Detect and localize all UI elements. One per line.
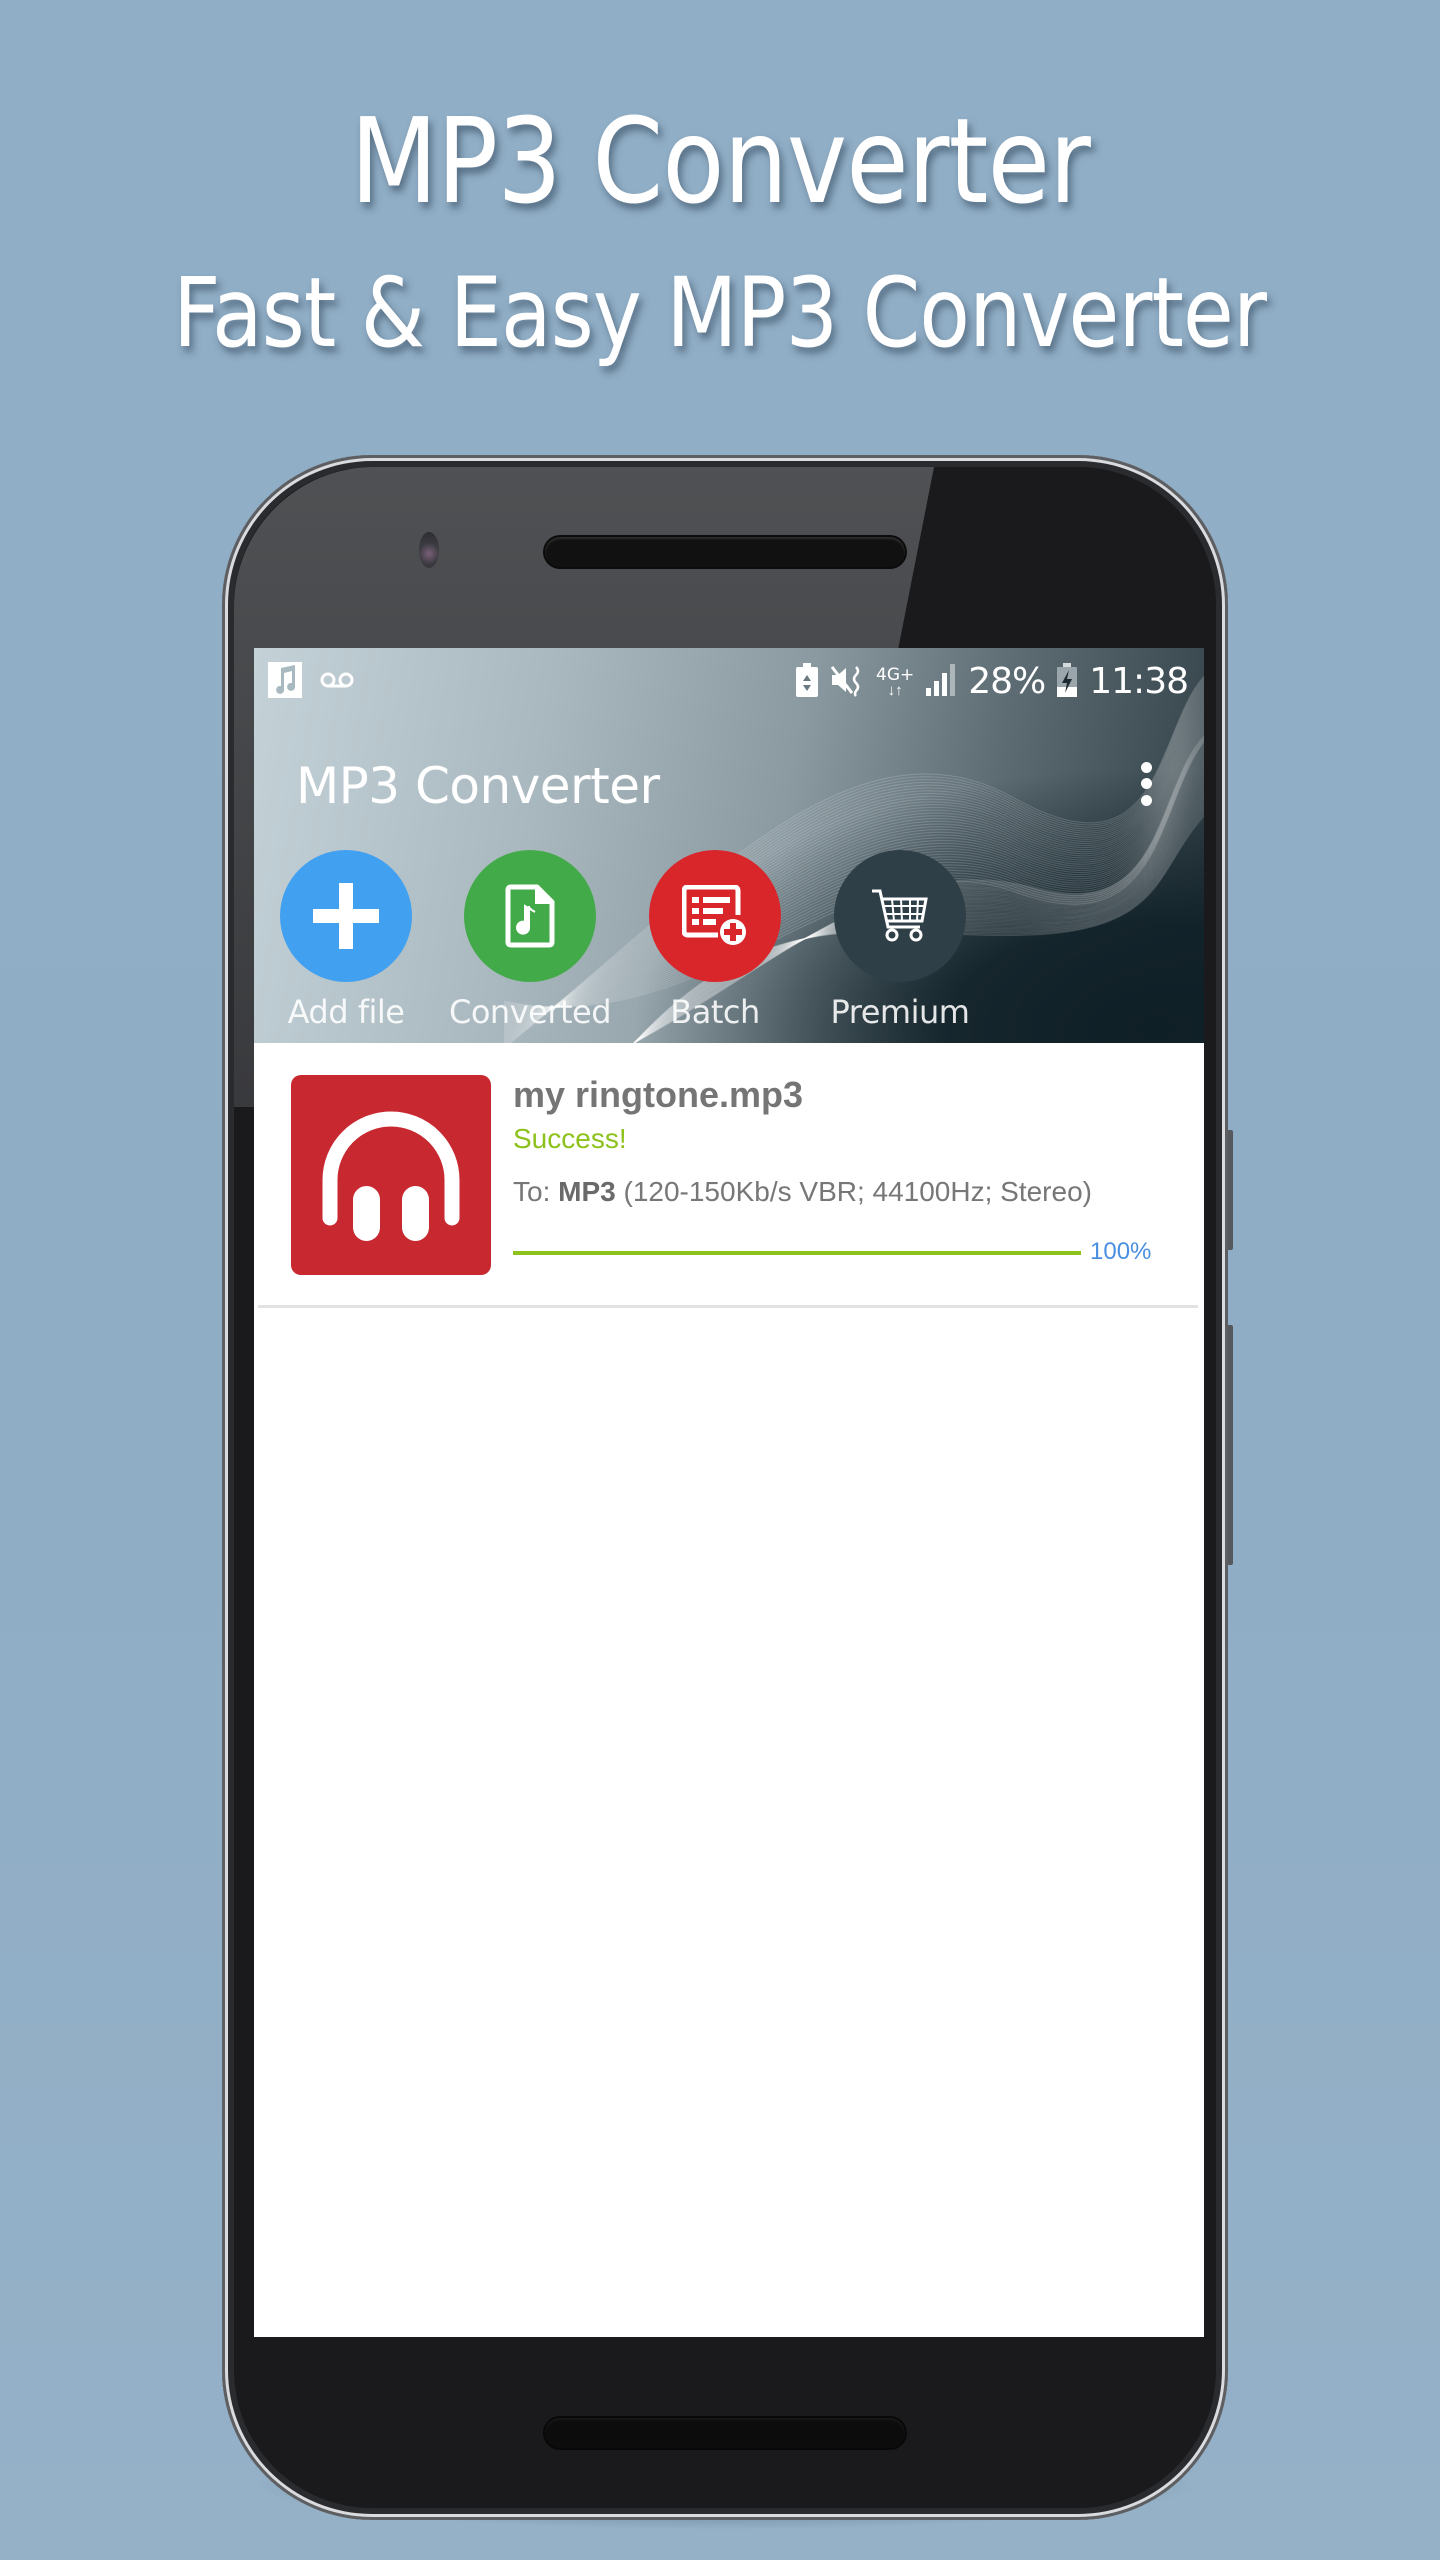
app-title: MP3 Converter (296, 757, 660, 815)
premium-label: Premium (830, 993, 970, 1031)
converted-file-list: my ringtone.mp3 Success! To: MP3 (120-15… (254, 1043, 1204, 1308)
conversion-status: Success! (513, 1123, 627, 1154)
converted-button[interactable]: Converted (440, 850, 620, 1032)
batch-label: Batch (670, 993, 760, 1031)
add-file-button[interactable]: Add file (256, 850, 436, 1032)
file-thumbnail (291, 1075, 491, 1275)
output-format: To: MP3 (120-150Kb/s VBR; 44100Hz; Stere… (513, 1176, 1092, 1207)
format-name: MP3 (558, 1176, 616, 1207)
status-bar: 4G+ ↓↑ 28% 11:38 (254, 648, 1204, 716)
premium-circle (834, 850, 966, 982)
earpiece-speaker (545, 537, 905, 567)
music-file-icon (505, 884, 555, 948)
premium-button[interactable]: Premium (810, 850, 990, 1032)
battery-charging-icon (1057, 662, 1078, 702)
add-file-circle (280, 850, 412, 982)
mute-vibrate-icon (830, 663, 864, 702)
headphones-icon (322, 1111, 460, 1241)
music-notification-icon (268, 662, 302, 703)
file-name: my ringtone.mp3 (513, 1074, 804, 1115)
batch-list-add-icon (682, 885, 746, 945)
progress-bar (513, 1251, 1081, 1255)
promo-subheadline: Fast & Easy MP3 Converter (173, 257, 1267, 369)
more-vert-icon[interactable] (1134, 758, 1158, 814)
signal-icon (926, 663, 956, 701)
voicemail-icon (320, 670, 354, 695)
converted-circle (464, 850, 596, 982)
converted-label: Converted (448, 993, 612, 1031)
progress-fill (513, 1251, 1081, 1255)
bottom-speaker (545, 2418, 905, 2448)
4g-plus-data-icon: 4G+ ↓↑ (876, 665, 915, 699)
batch-circle (649, 850, 781, 982)
app-header: 4G+ ↓↑ 28% 11:38 MP3 Converter Add file … (254, 648, 1204, 1043)
battery-percent: 28% (968, 661, 1046, 702)
add-file-label: Add file (287, 993, 405, 1031)
battery-saver-icon (796, 662, 818, 702)
cart-icon (872, 889, 928, 942)
progress-percent: 100% (1090, 1238, 1152, 1265)
plus-icon (313, 883, 379, 949)
list-divider (258, 1305, 1198, 1308)
front-camera (419, 532, 439, 568)
clock: 11:38 (1089, 661, 1189, 702)
action-buttons: Add file Converted Batch Premium (254, 850, 1204, 1040)
batch-button[interactable]: Batch (625, 850, 805, 1032)
promo-headline: MP3 Converter (350, 92, 1091, 230)
phone-screen: 4G+ ↓↑ 28% 11:38 MP3 Converter Add file … (254, 648, 1204, 2337)
list-item[interactable]: my ringtone.mp3 Success! To: MP3 (120-15… (254, 1043, 1204, 1308)
